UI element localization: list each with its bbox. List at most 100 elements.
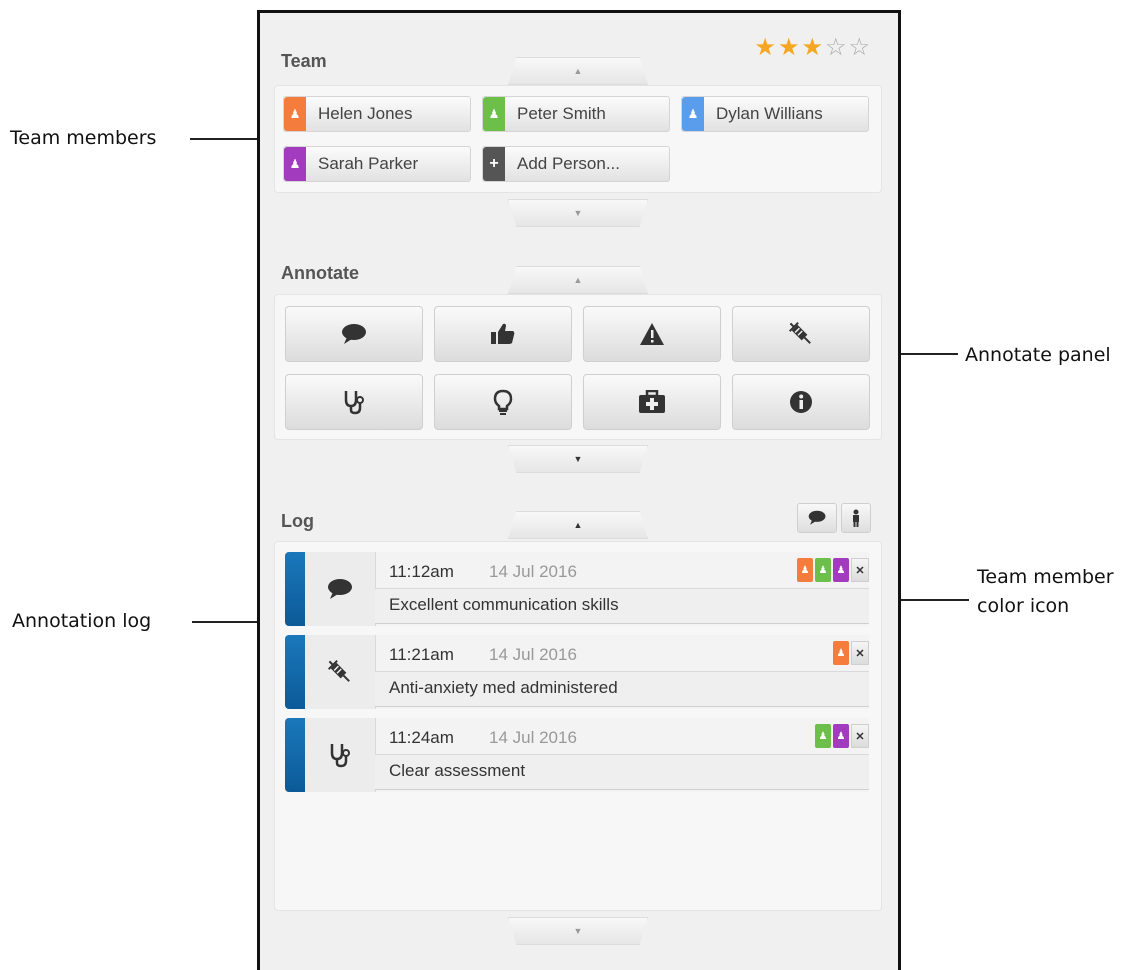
callout-color-icon-line2: color icon (977, 595, 1070, 617)
delete-entry-button[interactable]: ✕ (851, 641, 869, 665)
annotate-button-thumbs-up[interactable] (434, 306, 572, 362)
medkit-icon (638, 390, 666, 414)
chevron-down-icon: ▼ (573, 208, 583, 218)
team-member-color-tags: ♟ ♟ ♟ (797, 558, 849, 582)
entry-time: 11:12am (389, 562, 454, 581)
log-collapse-tab[interactable]: ▲ (508, 511, 648, 539)
entry-text: Anti-anxiety med administered (389, 678, 618, 697)
team-member-color-icon: ♟ (815, 724, 831, 748)
log-entry: 11:12am 14 Jul 2016 ♟ ♟ ♟ ✕ Excellent communic… (285, 552, 869, 626)
team-member-1[interactable]: ♟ Peter Smith (482, 96, 670, 132)
person-icon: ♟ (289, 157, 301, 171)
team-member-2[interactable]: ♟ Dylan Willians (681, 96, 869, 132)
entry-text-row: Clear assessment (375, 754, 869, 790)
rating-stars[interactable]: ★★★☆☆ (754, 33, 872, 62)
callout-annotate-panel: Annotate panel (965, 344, 1111, 366)
team-member-color-icon: ♟ (797, 558, 813, 582)
chevron-up-icon: ▲ (573, 520, 583, 530)
member-color-swatch: ♟ (284, 97, 306, 131)
delete-entry-button[interactable]: ✕ (851, 558, 869, 582)
annotate-button-info[interactable] (732, 374, 870, 430)
annotate-title: Annotate (281, 263, 359, 283)
stethoscope-icon (328, 742, 352, 768)
log-filter-speech-bubble[interactable] (797, 503, 837, 533)
annotation-log: 11:12am 14 Jul 2016 ♟ ♟ ♟ ✕ Excellent communic… (274, 541, 882, 911)
entry-text-row: Anti-anxiety med administered (375, 671, 869, 707)
entry-date: 14 Jul 2016 (489, 645, 577, 664)
team-member-color-tags: ♟ (833, 641, 849, 665)
member-name: Sarah Parker (318, 154, 419, 173)
speech-bubble-icon (327, 578, 353, 600)
team-member-0[interactable]: ♟ Helen Jones (283, 96, 471, 132)
team-expand-tab[interactable]: ▼ (508, 199, 648, 227)
annotate-button-syringe[interactable] (732, 306, 870, 362)
warning-icon (639, 322, 665, 346)
entry-accent-bar (285, 552, 305, 626)
member-name: Dylan Willians (716, 104, 823, 123)
log-title: Log (281, 511, 314, 531)
callout-annotation-log: Annotation log (12, 610, 152, 632)
add-person-button[interactable]: + Add Person... (482, 146, 670, 182)
person-icon: ♟ (289, 107, 301, 121)
syringe-icon (788, 321, 814, 347)
entry-text: Clear assessment (389, 761, 526, 780)
annotate-button-medkit[interactable] (583, 374, 721, 430)
log-entry: 11:24am 14 Jul 2016 ♟ ♟ ✕ Clear assessment (285, 718, 869, 792)
annotate-button-speech-bubble[interactable] (285, 306, 423, 362)
speech-bubble-icon (808, 510, 826, 525)
team-members-box: ♟ Helen Jones ♟ Peter Smith ♟ Dylan Willians ♟… (274, 85, 882, 193)
thumbs-up-icon (490, 322, 516, 346)
chevron-up-icon: ▲ (573, 275, 583, 285)
main-panel: ★★★☆☆ Team ▲ ♟ Helen Jones ♟ Peter Smith ♟ Dy… (257, 10, 901, 970)
syringe-icon (327, 659, 353, 685)
annotate-button-stethoscope[interactable] (285, 374, 423, 430)
team-collapse-tab[interactable]: ▲ (508, 57, 648, 85)
person-icon: ♟ (488, 107, 500, 121)
chevron-up-icon: ▲ (573, 66, 583, 76)
entry-type-cell (305, 718, 376, 792)
annotate-button-warning[interactable] (583, 306, 721, 362)
entry-date: 14 Jul 2016 (489, 562, 577, 581)
team-member-3[interactable]: ♟ Sarah Parker (283, 146, 471, 182)
star-icon[interactable]: ★ (754, 34, 778, 61)
team-member-color-icon: ♟ (833, 641, 849, 665)
person-icon: ♟ (800, 564, 810, 576)
team-member-color-icon: ♟ (833, 724, 849, 748)
entry-accent-bar (285, 635, 305, 709)
team-title: Team (281, 51, 327, 71)
team-member-color-tags: ♟ ♟ (815, 724, 849, 748)
log-expand-tab[interactable]: ▼ (508, 917, 648, 945)
person-icon: ♟ (836, 730, 846, 742)
team-member-color-icon: ♟ (815, 558, 831, 582)
member-color-swatch: ♟ (682, 97, 704, 131)
person-icon: ♟ (836, 647, 846, 659)
chevron-down-icon: ▼ (573, 926, 583, 936)
annotate-button-lightbulb[interactable] (434, 374, 572, 430)
chevron-down-icon: ▼ (573, 454, 583, 464)
add-person-label: Add Person... (517, 154, 621, 173)
entry-time: 11:21am (389, 645, 454, 664)
star-icon[interactable]: ★ (778, 34, 802, 61)
annotate-collapse-tab[interactable]: ▲ (508, 266, 648, 294)
person-icon: ♟ (818, 564, 828, 576)
entry-type-cell (305, 552, 376, 626)
annotate-expand-tab[interactable]: ▼ (508, 445, 648, 473)
member-name: Peter Smith (517, 104, 606, 123)
member-name: Helen Jones (318, 104, 413, 123)
log-filter-person[interactable] (841, 503, 871, 533)
member-color-swatch: ♟ (483, 97, 505, 131)
lightbulb-icon (493, 389, 513, 415)
annotate-panel (274, 294, 882, 440)
star-icon[interactable]: ☆ (825, 34, 849, 61)
delete-entry-button[interactable]: ✕ (851, 724, 869, 748)
person-icon: ♟ (818, 730, 828, 742)
info-icon (789, 390, 813, 414)
person-icon (851, 509, 861, 527)
entry-accent-bar (285, 718, 305, 792)
star-icon[interactable]: ☆ (848, 34, 872, 61)
entry-text-row: Excellent communication skills (375, 588, 869, 624)
star-icon[interactable]: ★ (801, 34, 825, 61)
entry-time: 11:24am (389, 728, 454, 747)
callout-team-members: Team members (10, 127, 157, 149)
log-entry: 11:21am 14 Jul 2016 ♟ ✕ Anti-anxiety med adm… (285, 635, 869, 709)
